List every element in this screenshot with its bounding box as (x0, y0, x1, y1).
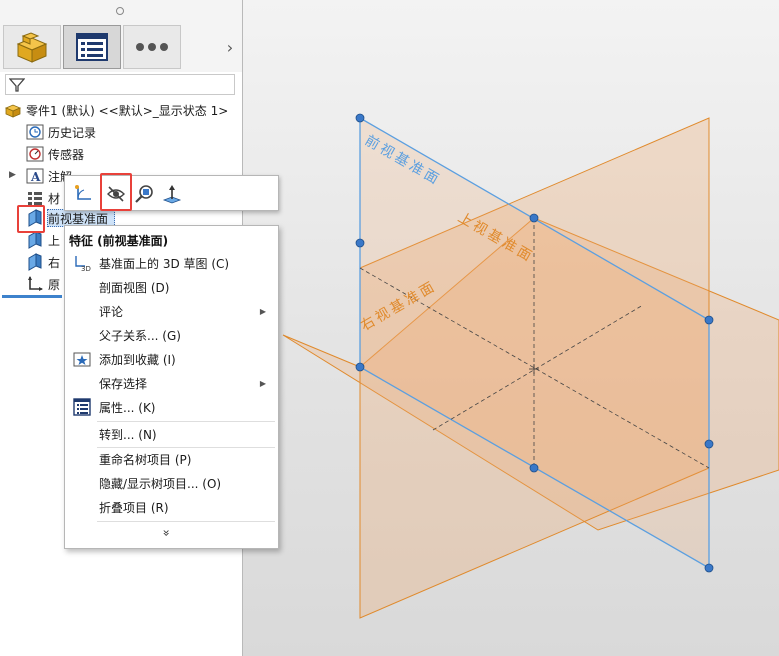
zoom-to-selection-icon[interactable] (133, 183, 155, 205)
properties-icon (73, 398, 91, 416)
menu-separator (97, 521, 275, 522)
more-icon (136, 43, 168, 51)
menu-item-comment[interactable]: 评论 ▶ (65, 300, 278, 322)
annotation-icon: A (26, 167, 44, 185)
svg-text:A: A (30, 170, 41, 184)
tab-property-manager[interactable] (63, 25, 121, 69)
highlight-annotation-box (17, 205, 45, 233)
filter-icon (9, 78, 25, 92)
plane-icon (26, 231, 44, 249)
origin-icon (26, 275, 44, 293)
tree-item-label: 历史记录 (48, 125, 97, 140)
menu-item-label: 隐藏/显示树项目... (O) (99, 476, 222, 491)
tree-item-origin[interactable]: 原 (26, 273, 60, 295)
sketch-icon[interactable] (73, 183, 95, 205)
menu-item-rename-tree-item[interactable]: 重命名树项目 (P) (65, 448, 278, 470)
property-list-icon (76, 33, 108, 61)
menu-separator (97, 421, 275, 422)
context-toolbar (64, 173, 279, 211)
menu-item-label: 父子关系... (G) (99, 328, 181, 343)
reference-planes-view: 前视基准面 上视基准面 右视基准面 (282, 113, 779, 619)
menu-item-3d-sketch-on-plane[interactable]: 3D 基准面上的 3D 草图 (C) (65, 252, 278, 274)
svg-text:3D: 3D (81, 265, 91, 272)
panel-splitter[interactable] (0, 0, 242, 23)
context-menu: 特征 (前视基准面) 3D 基准面上的 3D 草图 (C) 剖面视图 (D) 评… (64, 225, 279, 549)
manager-tab-strip: › (0, 22, 242, 72)
tree-item-history[interactable]: 历史记录 (26, 121, 96, 143)
expand-arrow-icon[interactable]: ▶ (9, 170, 16, 180)
menu-item-label: 保存选择 (99, 376, 148, 391)
tree-root-part[interactable]: 零件1 (默认) <<默认>_显示状态 1> (4, 99, 228, 121)
menu-item-label: 基准面上的 3D 草图 (C) (99, 256, 230, 271)
tree-item-label: 原 (48, 277, 61, 292)
menu-item-label: 评论 (99, 304, 124, 319)
menu-item-add-to-favorites[interactable]: 添加到收藏 (I) (65, 348, 278, 370)
chevron-double-down-icon: » (159, 529, 174, 537)
tree-item-label: 传感器 (48, 147, 85, 162)
rollback-bar[interactable] (2, 295, 62, 298)
tree-item-label: 右 (48, 255, 61, 270)
tree-item-right-plane[interactable]: 右 (26, 251, 60, 273)
tab-feature-manager[interactable] (3, 25, 61, 69)
menu-item-label: 属性... (K) (99, 400, 156, 415)
menu-item-save-selection[interactable]: 保存选择 ▶ (65, 372, 278, 394)
menu-item-parent-child[interactable]: 父子关系... (G) (65, 324, 278, 346)
menu-item-hide-show-tree-items[interactable]: 隐藏/显示树项目... (O) (65, 472, 278, 494)
tree-root-label: 零件1 (默认) <<默认>_显示状态 1> (26, 103, 229, 118)
menu-item-label: 剖面视图 (D) (99, 280, 170, 295)
menu-item-section-view[interactable]: 剖面视图 (D) (65, 276, 278, 298)
menu-item-collapse-items[interactable]: 折叠项目 (R) (65, 496, 278, 518)
menu-header: 特征 (前视基准面) (69, 234, 169, 248)
tree-item-label: 材 (48, 191, 61, 206)
tree-filter-input[interactable] (5, 74, 235, 95)
highlight-annotation-box (100, 173, 132, 211)
chevron-right-icon[interactable]: › (220, 36, 240, 58)
menu-expand-more-icon[interactable]: » (160, 526, 174, 540)
normal-to-icon[interactable] (161, 183, 183, 205)
submenu-arrow-icon: ▶ (259, 378, 266, 388)
submenu-arrow-icon: ▶ (259, 306, 266, 316)
3d-sketch-icon: 3D (73, 254, 91, 273)
tree-item-label: 前视基准面 (48, 211, 109, 226)
menu-item-goto[interactable]: 转到... (N) (65, 423, 278, 445)
favorite-icon (73, 350, 91, 368)
tree-item-sensors[interactable]: 传感器 (26, 143, 84, 165)
menu-item-label: 重命名树项目 (P) (99, 452, 192, 467)
menu-item-label: 折叠项目 (R) (99, 500, 169, 515)
menu-item-label: 转到... (N) (99, 427, 157, 442)
tree-item-label: 上 (48, 233, 61, 248)
sensor-icon (26, 145, 44, 163)
menu-item-label: 添加到收藏 (I) (99, 352, 176, 367)
graphics-area[interactable]: 前视基准面 上视基准面 右视基准面 (243, 0, 779, 656)
menu-item-properties[interactable]: 属性... (K) (65, 396, 278, 418)
history-icon (26, 123, 44, 141)
part-icon (4, 101, 22, 119)
tab-more[interactable] (123, 25, 181, 69)
plane-icon (26, 253, 44, 271)
part-icon (16, 32, 48, 63)
